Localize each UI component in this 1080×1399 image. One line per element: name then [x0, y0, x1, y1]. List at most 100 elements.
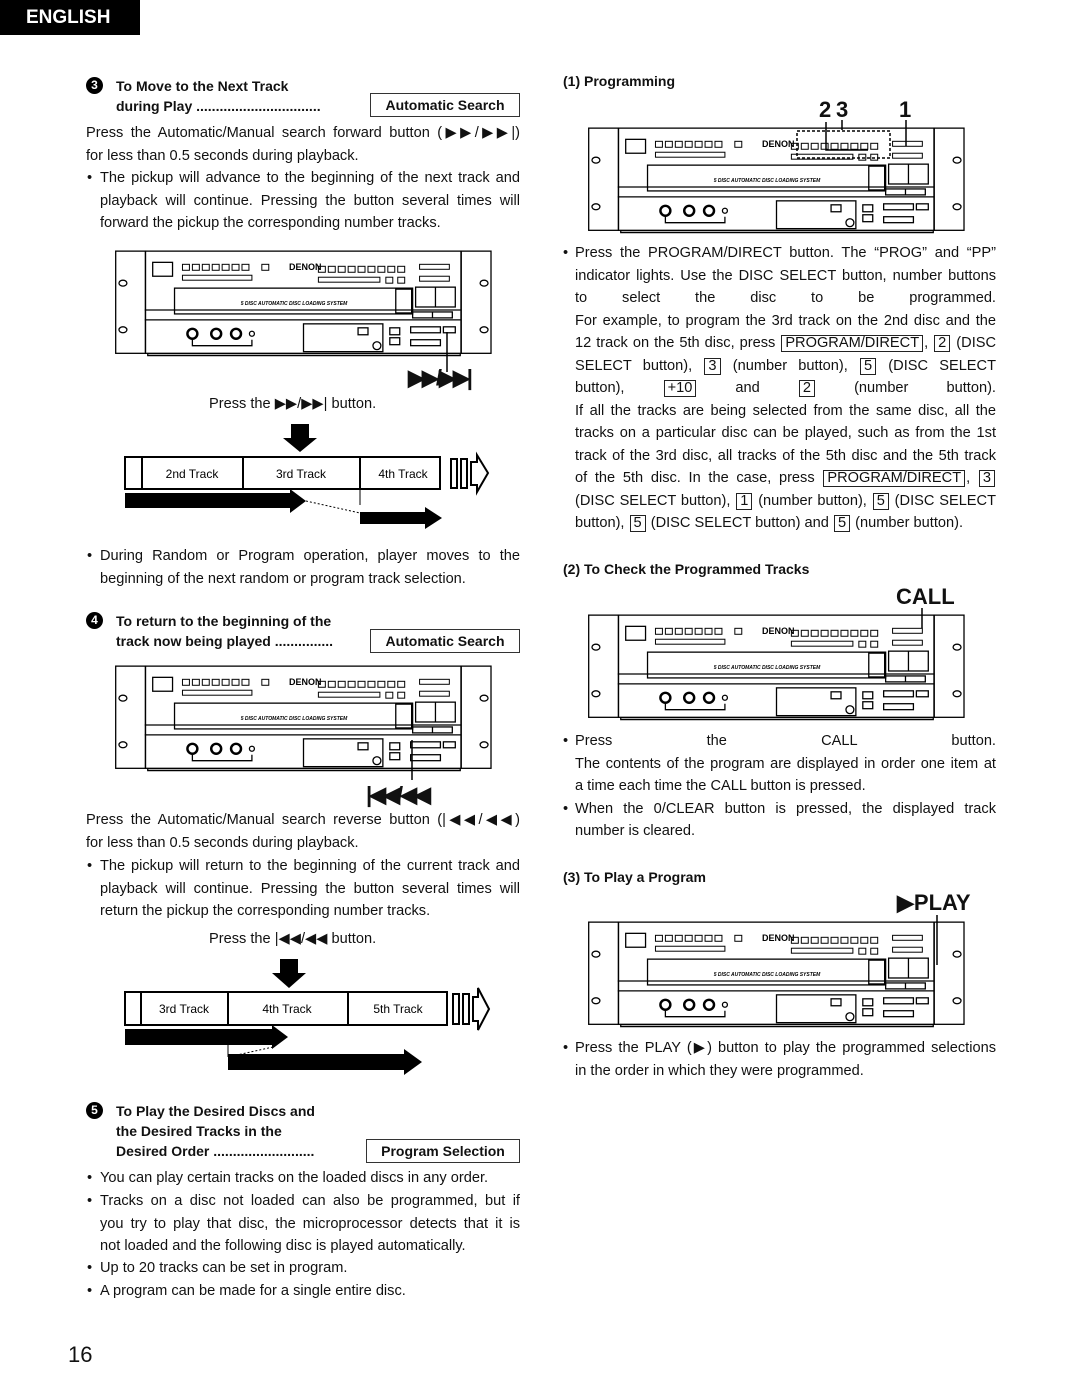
text-segment: and	[697, 380, 798, 396]
section-heading-cont: track now being played ...............	[116, 633, 334, 649]
track-label: 2nd Track	[166, 467, 220, 481]
illustrations: DENON 5 DISC AUTOMATIC DISC LOADING SYST…	[115, 120, 965, 1075]
cd-changer-illustration	[115, 665, 492, 772]
bullet-icon: •	[87, 1170, 93, 1186]
callout-1: 1	[899, 97, 912, 122]
text-segment: SELECT button),	[575, 357, 704, 374]
text-segment: (number button).	[851, 515, 964, 531]
text-segment: track of the 3rd disc, all tracks of the…	[575, 447, 996, 464]
bullet-icon: •	[87, 170, 93, 186]
text-segment: If all the tracks are being selected fro…	[575, 402, 996, 419]
cd-changer-illustration	[588, 921, 965, 1028]
subsection-heading: (2) To Check the Programmed Tracks	[563, 561, 810, 577]
track-label: 5th Track	[373, 1002, 423, 1016]
text-line: button), +10 and 2 (number button).	[575, 379, 996, 397]
text-segment: The contents of the program are displaye…	[575, 755, 996, 772]
device-logo: DENON	[289, 677, 322, 687]
text-line: indicator lights. Use the DISC SELECT bu…	[575, 267, 996, 285]
device-tray-label: 5 DISC AUTOMATIC DISC LOADING SYSTEM	[714, 972, 821, 978]
bullet-icon: •	[563, 245, 569, 261]
track-label: 4th Track	[262, 1002, 312, 1016]
text-line: beginning of the next random or program …	[100, 570, 466, 587]
track-diagram-reverse: 3rd Track 4th Track 5th Track	[124, 959, 491, 1075]
press-instruction: Press the |◀◀/◀◀ button.	[209, 931, 377, 947]
text-line: of the 5th disc. In the case, press PROG…	[575, 469, 996, 487]
text-line: you try to play that disc, the microproc…	[100, 1215, 520, 1232]
text-segment: For example, to program the 3rd track on…	[575, 312, 996, 329]
text-segment: Press the PLAY (▶) button to play the pr…	[575, 1040, 996, 1056]
step-number-badge: 5	[86, 1102, 103, 1119]
device-logo: DENON	[762, 626, 795, 636]
playback-arrow	[125, 1025, 288, 1049]
section-heading-cont: during Play ............................…	[116, 98, 321, 114]
language-tab: ENGLISH	[0, 0, 140, 35]
section-heading-cont: Desired Order ..........................	[116, 1143, 315, 1159]
skip-arrow	[360, 507, 442, 529]
cd-changer-illustration	[588, 127, 965, 234]
bullet-icon: •	[563, 733, 569, 749]
text-segment: in the order in which they were programm…	[575, 1062, 864, 1079]
subsection-heading: (3) To Play a Program	[563, 869, 706, 885]
text-segment: (DISC SELECT	[889, 492, 996, 509]
text-line: button), 5 (DISC SELECT button) and 5 (n…	[575, 514, 996, 532]
text-line: A program can be made for a single entir…	[100, 1283, 406, 1299]
skip-back-arrow	[228, 1049, 422, 1075]
down-arrow-icon	[283, 424, 317, 452]
text-segment: button),	[575, 380, 663, 396]
text-segment: button),	[575, 515, 629, 531]
text-line: Press the Automatic/Manual search revers…	[86, 812, 520, 828]
track-diagram-forward: 2nd Track 3rd Track 4th Track	[124, 424, 490, 529]
press-instruction: Press the ▶▶/▶▶| button.	[209, 396, 377, 412]
button-callout: ▶PLAY	[897, 890, 971, 915]
text-line: to select the disc to be programmed.	[575, 289, 996, 307]
button-key-label: 5	[833, 515, 851, 532]
subsection-heading: (1) Programming	[563, 73, 676, 89]
text-segment: a time each time the CALL button is pres…	[575, 778, 866, 794]
cd-changer-illustration	[588, 614, 965, 721]
button-key-label: 3	[978, 470, 995, 487]
step-number-badge: 4	[86, 612, 103, 629]
text-segment: (DISC SELECT button),	[575, 492, 736, 509]
text-line: For example, to program the 3rd track on…	[575, 312, 996, 330]
text-segment: Press the CALL button.	[575, 733, 996, 749]
text-line: tracks on a particular disc can be playe…	[575, 424, 996, 442]
section-heading-cont: the Desired Tracks in the	[116, 1123, 282, 1139]
button-key-label: 2	[798, 380, 815, 397]
text-line: number is cleared.	[575, 822, 996, 840]
text-segment: (number button),	[753, 492, 872, 509]
text-line: in the order in which they were programm…	[575, 1062, 996, 1080]
mode-label-box: Program Selection	[366, 1139, 520, 1163]
text-line: When the 0/CLEAR button is pressed, the …	[575, 800, 996, 818]
bullet-icon: •	[87, 548, 93, 564]
device-tray-label: 5 DISC AUTOMATIC DISC LOADING SYSTEM	[714, 178, 821, 184]
text-line: playback will continue. Pressing the but…	[100, 192, 520, 209]
text-segment: ,	[966, 470, 978, 486]
device-logo: DENON	[762, 139, 795, 149]
text-segment: Press the PROGRAM/DIRECT button. The “PR…	[575, 245, 996, 261]
bullet-icon: •	[87, 1193, 93, 1209]
playback-arrow	[125, 489, 306, 513]
text-line: Tracks on a disc not loaded can also be …	[100, 1193, 520, 1209]
text-line: The pickup will advance to the beginning…	[100, 170, 520, 186]
text-line: return the pickup the corresponding numb…	[100, 903, 431, 919]
text-line: for less than 0.5 seconds during playbac…	[86, 147, 359, 164]
text-line: Press the PROGRAM/DIRECT button. The “PR…	[575, 244, 996, 262]
track-label: 3rd Track	[276, 467, 327, 481]
text-segment: (number button).	[815, 380, 996, 396]
text-line: (DISC SELECT button), 1 (number button),…	[575, 492, 996, 510]
page-number: 16	[68, 1342, 93, 1367]
step-number-badge: 3	[86, 77, 103, 94]
button-key-label: 5	[872, 492, 889, 510]
text-line: You can play certain tracks on the loade…	[100, 1170, 489, 1186]
bullet-icon: •	[563, 1040, 569, 1056]
device-tray-label: 5 DISC AUTOMATIC DISC LOADING SYSTEM	[241, 716, 348, 722]
continue-arrow-icon	[472, 987, 491, 1031]
text-segment: (number button),	[721, 357, 859, 374]
text-segment: 12 track on the 5th disc, press	[575, 335, 781, 351]
button-key-label: 5	[629, 515, 646, 532]
bullet-icon: •	[87, 858, 93, 874]
track-label: 4th Track	[378, 467, 428, 481]
button-key-label: 1	[736, 492, 753, 510]
mode-label-box: Automatic Search	[370, 629, 520, 653]
device-logo: DENON	[762, 933, 795, 943]
